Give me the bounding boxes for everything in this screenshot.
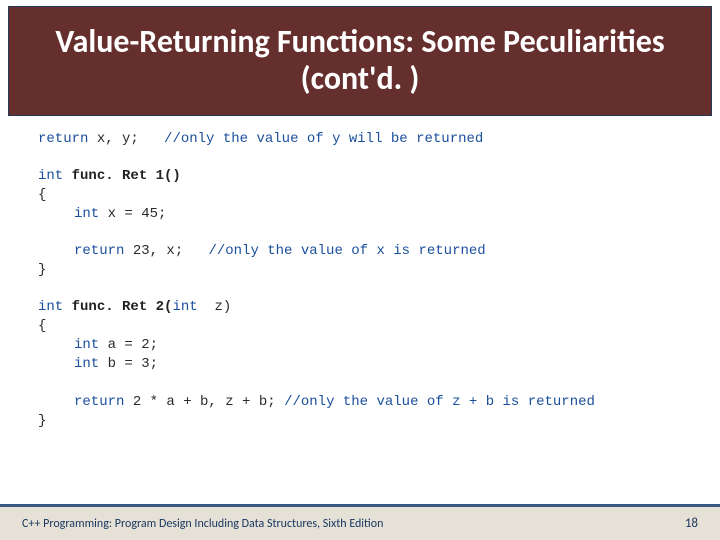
code-expr: 23, x;	[124, 243, 208, 259]
code-text: z)	[198, 299, 232, 315]
brace-open: {	[38, 186, 700, 205]
keyword-int: int	[74, 356, 99, 372]
keyword-int: int	[172, 299, 197, 315]
blank-line	[38, 374, 700, 393]
keyword-int: int	[74, 206, 99, 222]
keyword-int: int	[38, 168, 63, 184]
keyword-return: return	[38, 131, 88, 147]
keyword-return: return	[74, 243, 124, 259]
code-row: return 2 * a + b, z + b; //only the valu…	[38, 393, 700, 412]
code-func2: int func. Ret 2(int z) { int a = 2; int …	[38, 298, 700, 430]
blank-line	[38, 224, 700, 243]
code-row: return 23, x; //only the value of x is r…	[38, 242, 700, 261]
func-name: func. Ret 2(	[63, 299, 172, 315]
code-content: return x, y; //only the value of y will …	[38, 130, 700, 448]
brace-close: }	[38, 261, 700, 280]
slide: Value-Returning Functions: Some Peculiar…	[0, 0, 720, 540]
page-number: 18	[685, 516, 698, 531]
code-row: int x = 45;	[38, 205, 700, 224]
brace-open: {	[38, 317, 700, 336]
code-text: b = 3;	[99, 356, 158, 372]
code-func1: int func. Ret 1() { int x = 45; return 2…	[38, 167, 700, 280]
code-comment: //only the value of z + b is returned	[284, 394, 595, 410]
code-expr: 2 * a + b, z + b;	[124, 394, 284, 410]
code-line-top: return x, y; //only the value of y will …	[38, 130, 700, 149]
footer-bar: C++ Programming: Program Design Includin…	[0, 504, 720, 540]
keyword-int: int	[38, 299, 63, 315]
func-name: func. Ret 1()	[63, 168, 181, 184]
code-expr: x, y;	[88, 131, 164, 147]
code-comment: //only the value of x is returned	[208, 243, 485, 259]
code-text: x = 45;	[99, 206, 166, 222]
title-bar: Value-Returning Functions: Some Peculiar…	[8, 6, 712, 116]
code-row: int func. Ret 2(int z)	[38, 298, 700, 317]
code-comment: //only the value of y will be returned	[164, 131, 483, 147]
keyword-return: return	[74, 394, 124, 410]
footer-source: C++ Programming: Program Design Includin…	[22, 517, 383, 531]
slide-title: Value-Returning Functions: Some Peculiar…	[29, 24, 691, 98]
code-row: return x, y; //only the value of y will …	[38, 130, 700, 149]
brace-close: }	[38, 412, 700, 431]
code-row: int b = 3;	[38, 355, 700, 374]
keyword-int: int	[74, 337, 99, 353]
code-row: int a = 2;	[38, 336, 700, 355]
code-text: a = 2;	[99, 337, 158, 353]
code-row: int func. Ret 1()	[38, 167, 700, 186]
